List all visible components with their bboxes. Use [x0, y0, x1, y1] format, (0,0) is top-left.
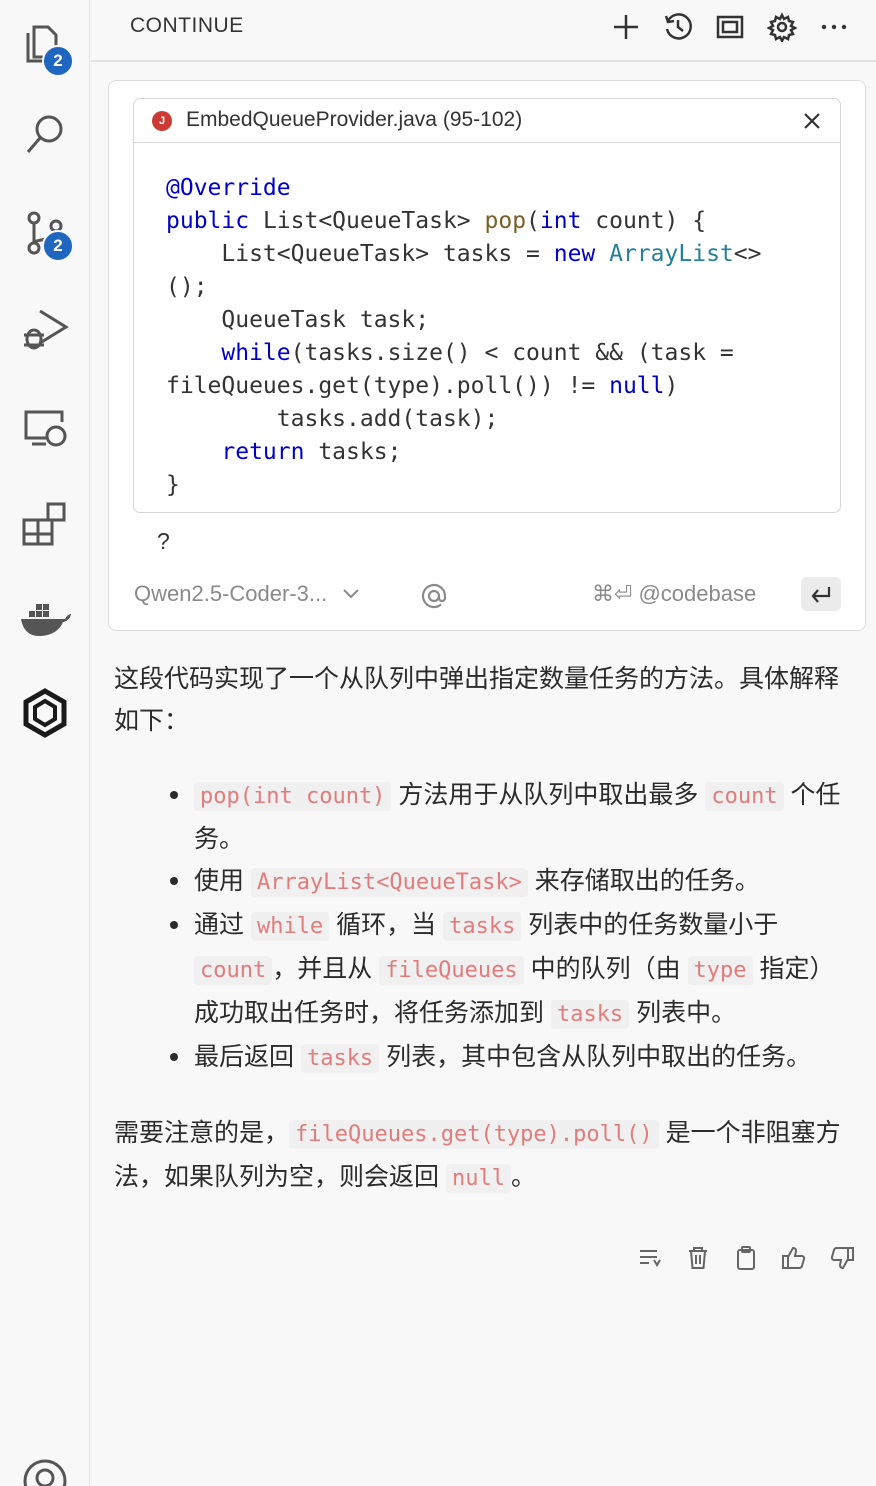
settings-gear-icon[interactable]: [765, 10, 799, 44]
code-line: @Override: [166, 175, 291, 201]
response-bullet-item: 最后返回 tasks 列表，其中包含从队列中取出的任务。: [170, 1036, 854, 1080]
bullet-text: 方法用于从队列中取出最多: [391, 781, 706, 809]
bullet-text: ，并且从: [272, 955, 380, 983]
bullet-text: 最后返回: [194, 1043, 301, 1071]
bullet-text: 列表中的任务数量小于: [521, 911, 779, 939]
activity-bar: 2 2: [0, 0, 90, 1486]
code-line: while(tasks.size() < count && (task =: [221, 340, 734, 366]
context-code-block: J EmbedQueueProvider.java (95-102) @Over…: [133, 98, 841, 513]
code-line: tasks.add(task);: [166, 406, 499, 432]
at-mention-icon[interactable]: [419, 581, 449, 611]
bullet-text: 循环，当: [329, 911, 444, 939]
explorer-badge: 2: [42, 45, 74, 77]
model-selector[interactable]: Qwen2.5-Coder-3...: [134, 581, 361, 607]
send-button[interactable]: [801, 577, 841, 611]
continue-generation-icon[interactable]: [636, 1244, 664, 1272]
context-header: J EmbedQueueProvider.java (95-102): [134, 99, 840, 143]
inline-code: tasks: [550, 1000, 630, 1029]
chat-input-card[interactable]: J EmbedQueueProvider.java (95-102) @Over…: [108, 80, 866, 631]
inline-code: ArrayList<QueueTask>: [250, 868, 528, 897]
run-debug-icon[interactable]: [0, 293, 90, 363]
continue-icon[interactable]: [0, 678, 90, 748]
panel-title: CONTINUE: [130, 14, 244, 37]
response-bullet-item: 通过 while 循环，当 tasks 列表中的任务数量小于 count ，并且从…: [170, 904, 854, 1036]
code-line: public List<QueueTask> pop(int count) {: [166, 208, 707, 234]
bullet-text: 中的队列（由: [523, 955, 688, 983]
code-line: return tasks;: [221, 439, 402, 465]
model-name: Qwen2.5-Coder-3...: [134, 581, 328, 606]
scm-badge: 2: [42, 230, 74, 262]
docker-icon[interactable]: [0, 584, 90, 654]
thumbs-down-icon[interactable]: [828, 1244, 856, 1272]
code-snippet: @Override public List<QueueTask> pop(int …: [166, 172, 761, 502]
assistant-response: 这段代码实现了一个从队列中弹出指定数量任务的方法。具体解释如下： pop(int…: [114, 658, 854, 1200]
inline-code: null: [445, 1164, 511, 1193]
thumbs-up-icon[interactable]: [780, 1244, 808, 1272]
code-line: }: [166, 472, 180, 498]
continue-header: CONTINUE: [91, 0, 876, 62]
bullet-text: 使用: [194, 867, 251, 895]
user-question[interactable]: ?: [157, 528, 170, 555]
chevron-down-icon: [343, 589, 359, 599]
bullet-text: 来存储取出的任务。: [527, 867, 760, 895]
inline-code: tasks: [300, 1044, 380, 1073]
codebase-label: @codebase: [638, 581, 757, 606]
code-line: ();: [166, 274, 208, 300]
response-actions: [636, 1244, 856, 1272]
bullet-text: 列表，其中包含从队列中取出的任务。: [379, 1043, 812, 1071]
new-session-icon[interactable]: [609, 10, 643, 44]
remote-explorer-icon[interactable]: [0, 392, 90, 462]
source-control-icon[interactable]: 2: [0, 198, 90, 268]
codebase-shortcut[interactable]: ⌘⏎ @codebase: [592, 581, 756, 607]
response-note: 需要注意的是， fileQueues.get(type).poll() 是一个非阻…: [114, 1119, 841, 1193]
response-bullet-list: pop(int count) 方法用于从队列中取出最多 count 个任务。 使用…: [170, 774, 854, 1080]
response-intro: 这段代码实现了一个从队列中弹出指定数量任务的方法。具体解释如下：: [114, 665, 840, 735]
inline-code: fileQueues.get(type).poll(): [289, 1120, 659, 1149]
bullet-text: 列表中。: [629, 999, 737, 1027]
context-file-label: EmbedQueueProvider.java (95-102): [186, 108, 523, 131]
explorer-icon[interactable]: 2: [0, 7, 90, 77]
inline-code: type: [687, 956, 753, 985]
response-bullet-item: 使用 ArrayList<QueueTask> 来存储取出的任务。: [170, 860, 854, 904]
extensions-icon[interactable]: [0, 488, 90, 558]
inline-code: tasks: [443, 912, 522, 941]
keyboard-shortcut: ⌘⏎: [592, 581, 633, 606]
inline-code: while: [250, 912, 330, 941]
response-bullet-item: pop(int count) 方法用于从队列中取出最多 count 个任务。: [170, 774, 854, 860]
inline-code: fileQueues: [379, 956, 524, 985]
code-line: fileQueues.get(type).poll()) != null): [166, 373, 679, 399]
inline-code: count: [705, 782, 784, 811]
copy-icon[interactable]: [732, 1244, 760, 1272]
more-actions-icon[interactable]: [817, 10, 851, 44]
inline-code: count: [194, 956, 273, 985]
java-file-icon: J: [152, 111, 172, 131]
close-icon[interactable]: [798, 107, 826, 135]
code-line: QueueTask task;: [166, 307, 430, 333]
trash-icon[interactable]: [684, 1244, 712, 1272]
inline-code: pop(int count): [194, 782, 392, 811]
fullscreen-icon[interactable]: [713, 10, 747, 44]
bullet-text: 通过: [194, 911, 251, 939]
account-icon[interactable]: [0, 1446, 90, 1486]
search-icon[interactable]: [0, 100, 90, 170]
code-line: List<QueueTask> tasks = new ArrayList<>: [166, 241, 762, 267]
history-icon[interactable]: [661, 10, 695, 44]
enter-icon: [811, 587, 831, 603]
